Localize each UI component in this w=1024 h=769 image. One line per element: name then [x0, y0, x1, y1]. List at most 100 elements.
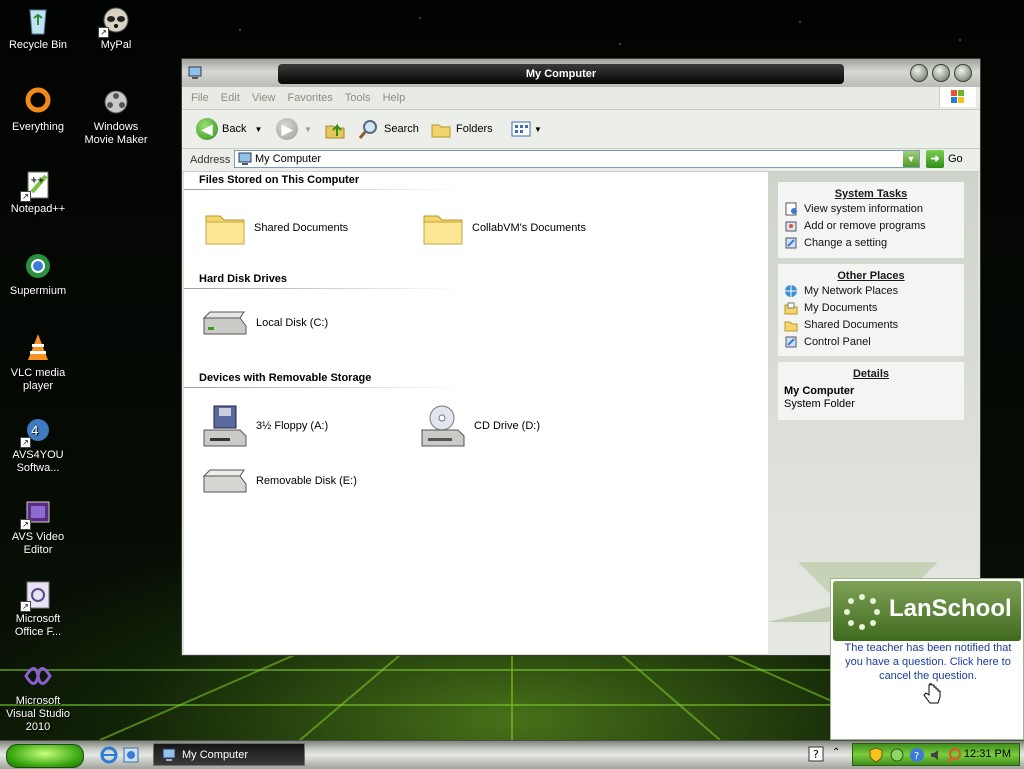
lanschool-logo-icon [844, 594, 880, 630]
place-control-panel[interactable]: Control Panel [778, 333, 964, 350]
group-divider [184, 387, 464, 388]
folders-icon [431, 124, 451, 138]
folders-button[interactable]: Folders [430, 117, 493, 141]
item-removable-disk-e[interactable]: Removable Disk (E:) [200, 466, 357, 496]
system-tray: ? 12:31 PM [852, 743, 1020, 766]
place-my-documents[interactable]: My Documents [778, 299, 964, 316]
avs4you-icon: 4 ↗ [20, 414, 54, 448]
up-folder-button[interactable] [324, 117, 346, 141]
folder-icon [423, 215, 463, 245]
help-circle-icon[interactable]: ? [909, 747, 925, 763]
movie-maker-icon [100, 86, 132, 118]
lanschool-tray-icon[interactable] [947, 747, 963, 763]
desktop-icon-supermium[interactable]: Supermium [0, 250, 76, 298]
close-button[interactable] [954, 64, 972, 82]
desktop-icon-avs-video-editor[interactable]: ↗ AVS Video Editor [0, 496, 76, 557]
desktop-icon-label: Notepad++ [10, 203, 66, 215]
task-add-remove-programs[interactable]: Add or remove programs [778, 217, 964, 234]
clock[interactable]: 12:31 PM [964, 748, 1011, 760]
desktop-icon-recycle-bin[interactable]: Recycle Bin [0, 4, 76, 52]
group-heading-files: Files Stored on This Computer [199, 174, 360, 186]
quick-launch-icon[interactable] [122, 746, 140, 764]
desktop-icon-vlc[interactable]: VLC media player [0, 332, 76, 393]
tray-expand-icon[interactable]: ⌃ [832, 747, 840, 758]
back-arrow-icon: ◀ [196, 118, 218, 140]
taskbar-button-my-computer[interactable]: My Computer [153, 743, 305, 766]
address-field[interactable]: My Computer ▼ [234, 150, 920, 168]
menu-edit[interactable]: Edit [221, 92, 240, 104]
lanschool-notification[interactable]: LanSchool The teacher has been notified … [830, 578, 1024, 740]
title-plate: My Computer [278, 64, 844, 84]
desktop-icon-label: Recycle Bin [8, 39, 68, 51]
office-icon: ↗ [20, 578, 54, 612]
desktop-icon-label: Microsoft Visual Studio 2010 [5, 695, 70, 733]
up-folder-icon [325, 123, 345, 139]
notepadpp-icon: ++ ↗ [20, 168, 54, 202]
desktop-icon-movie-maker[interactable]: Windows Movie Maker [78, 86, 154, 147]
desktop-icon-avs4you[interactable]: 4 ↗ AVS4YOU Softwa... [0, 414, 76, 475]
menu-view[interactable]: View [252, 92, 276, 104]
task-change-setting[interactable]: Change a setting [778, 234, 964, 251]
internet-explorer-icon[interactable] [100, 746, 118, 764]
go-button[interactable]: ➜ Go [926, 150, 963, 168]
desktop-icon-visual-studio[interactable]: Microsoft Visual Studio 2010 [0, 660, 76, 734]
details-heading[interactable]: Details [778, 362, 964, 380]
menu-file[interactable]: File [191, 92, 209, 104]
system-tasks-heading[interactable]: System Tasks [778, 182, 964, 200]
menu-tools[interactable]: Tools [345, 92, 371, 104]
desktop-icon-label: AVS Video Editor [11, 531, 65, 556]
folder-content[interactable]: Files Stored on This Computer Shared Doc… [184, 172, 768, 654]
search-icon [358, 120, 377, 139]
address-dropdown-button[interactable]: ▼ [903, 151, 919, 167]
item-local-disk-c[interactable]: Local Disk (C:) [200, 308, 328, 338]
start-button[interactable] [6, 744, 84, 768]
network-icon[interactable] [889, 747, 905, 763]
hard-disk-icon [202, 311, 247, 335]
item-collabvm-documents[interactable]: CollabVM's Documents [422, 208, 586, 248]
item-shared-documents[interactable]: Shared Documents [204, 208, 348, 248]
place-my-network-places[interactable]: My Network Places [778, 282, 964, 299]
group-heading-drives: Hard Disk Drives [199, 273, 288, 285]
menu-help[interactable]: Help [383, 92, 406, 104]
title-bar[interactable]: My Computer [182, 59, 980, 87]
help-icon[interactable]: ? [808, 746, 824, 762]
other-places-heading[interactable]: Other Places [778, 264, 964, 282]
desktop-icon-everything[interactable]: Everything [0, 86, 76, 134]
computer-icon [238, 152, 252, 165]
minimize-button[interactable] [910, 64, 928, 82]
chevron-down-icon[interactable]: ▼ [304, 125, 312, 134]
desktop-icon-label: AVS4YOU Softwa... [12, 449, 64, 474]
group-heading-removable: Devices with Removable Storage [199, 372, 372, 384]
address-label: Address [190, 154, 231, 166]
computer-icon [188, 66, 202, 80]
forward-arrow-icon: ▶ [276, 118, 298, 140]
recycle-bin-icon [22, 4, 54, 36]
menu-favorites[interactable]: Favorites [288, 92, 333, 104]
forward-button[interactable]: ▶ ▼ [276, 117, 312, 141]
window-title: My Computer [525, 68, 597, 80]
item-floppy-a[interactable]: 3½ Floppy (A:) [200, 404, 328, 448]
visual-studio-icon [22, 660, 54, 692]
back-button[interactable]: ◀ Back ▼ [196, 117, 262, 141]
lanschool-message[interactable]: The teacher has been notified that you h… [839, 641, 1017, 683]
desktop-icon-label: MyPal [100, 39, 132, 51]
shield-icon[interactable] [869, 747, 883, 763]
desktop-icon-office[interactable]: ↗ Microsoft Office F... [0, 578, 76, 639]
item-cd-drive-d[interactable]: CD Drive (D:) [418, 404, 540, 448]
views-icon [511, 121, 531, 137]
views-button[interactable]: ▼ [510, 117, 542, 141]
lanschool-title: LanSchool [889, 595, 1012, 622]
system-info-icon [785, 202, 797, 216]
maximize-button[interactable] [932, 64, 950, 82]
chevron-down-icon[interactable]: ▼ [254, 125, 262, 134]
search-button[interactable]: Search [358, 117, 419, 141]
floppy-drive-icon [203, 405, 247, 447]
place-shared-documents[interactable]: Shared Documents [778, 316, 964, 333]
task-view-system-info[interactable]: View system information [778, 200, 964, 217]
desktop-icon-notepadpp[interactable]: ++ ↗ Notepad++ [0, 168, 76, 216]
my-computer-window[interactable]: My Computer File Edit View Favorites Too… [181, 58, 981, 656]
lanschool-banner: LanSchool [833, 581, 1021, 641]
desktop-icon-mypal[interactable]: ↗ MyPal [78, 4, 154, 52]
add-remove-icon [785, 221, 797, 232]
volume-icon[interactable] [929, 747, 945, 763]
